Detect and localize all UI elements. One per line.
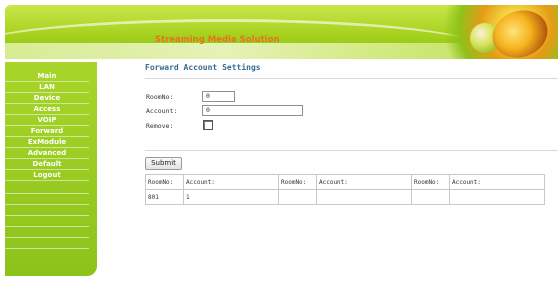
sidebar-divider xyxy=(5,226,89,227)
column-header: Account: xyxy=(316,174,412,190)
sidebar-divider xyxy=(5,215,89,216)
account-input[interactable]: 0 xyxy=(202,105,303,116)
table-cell xyxy=(411,189,450,205)
sidebar-item-lan[interactable]: LAN xyxy=(5,82,89,93)
sidebar-nav: Main LAN Device Access VOIP Forward ExMo… xyxy=(5,62,97,276)
column-header: Account: xyxy=(183,174,279,190)
sidebar-item-exmodule[interactable]: ExModule xyxy=(5,137,89,148)
disc-graphic xyxy=(485,5,555,59)
table-header-row: RoomNo: Account: RoomNo: Account: RoomNo… xyxy=(145,174,545,190)
sidebar-item-default[interactable]: Default xyxy=(5,159,89,170)
table-cell: 1 xyxy=(183,189,279,205)
sidebar-divider xyxy=(5,237,89,238)
form-divider xyxy=(145,150,558,151)
table-cell xyxy=(449,189,545,205)
sidebar-divider xyxy=(5,248,89,249)
sidebar-item-access[interactable]: Access xyxy=(5,104,89,115)
sidebar-item-device[interactable]: Device xyxy=(5,93,89,104)
room-no-input[interactable]: 0 xyxy=(202,91,235,102)
account-label: Account: xyxy=(146,107,178,115)
sidebar-item-forward[interactable]: Forward xyxy=(5,126,89,137)
sidebar-item-logout[interactable]: Logout xyxy=(5,170,89,181)
room-no-label: RoomNo: xyxy=(146,93,174,101)
table-cell: 801 xyxy=(145,189,184,205)
sidebar-item-main[interactable]: Main xyxy=(5,71,89,82)
app-title: Streaming Media Solution xyxy=(155,35,280,45)
remove-label: Remove: xyxy=(146,122,174,130)
table-cell xyxy=(278,189,317,205)
title-divider xyxy=(145,78,558,79)
submit-button[interactable]: Submit xyxy=(145,157,182,170)
sidebar-item-advanced[interactable]: Advanced xyxy=(5,148,89,159)
column-header: RoomNo: xyxy=(145,174,184,190)
table-row: 801 1 xyxy=(145,189,545,205)
banner-artwork xyxy=(418,5,558,59)
table-cell xyxy=(316,189,412,205)
column-header: RoomNo: xyxy=(411,174,450,190)
sidebar-divider xyxy=(5,204,89,205)
header-banner: Streaming Media Solution xyxy=(5,5,558,59)
column-header: RoomNo: xyxy=(278,174,317,190)
column-header: Account: xyxy=(449,174,545,190)
remove-checkbox[interactable] xyxy=(203,120,213,130)
forward-account-table: RoomNo: Account: RoomNo: Account: RoomNo… xyxy=(145,174,545,205)
sidebar-item-voip[interactable]: VOIP xyxy=(5,115,89,126)
sidebar-divider xyxy=(5,193,89,194)
page-title: Forward Account Settings xyxy=(145,63,261,72)
